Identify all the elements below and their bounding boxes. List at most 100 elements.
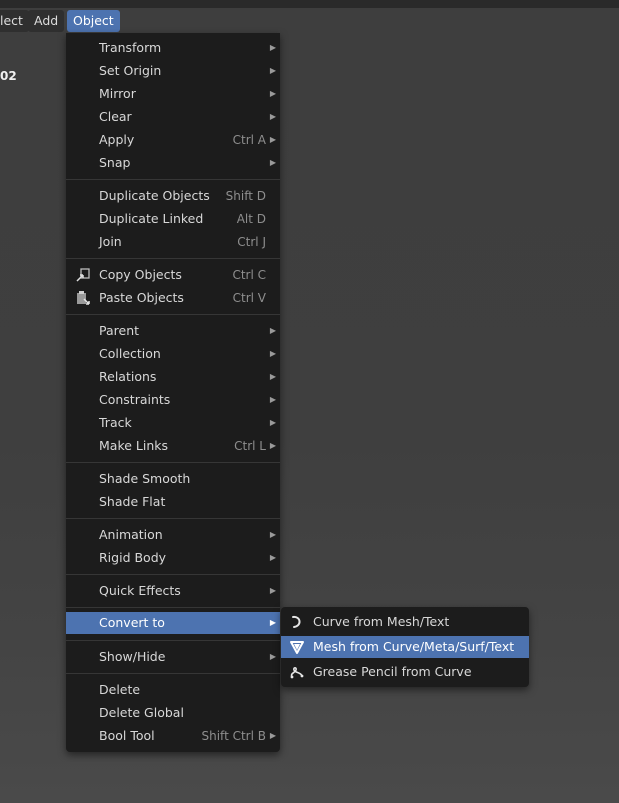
menu-item-parent[interactable]: Parent ▶ — [66, 320, 280, 342]
submenu-arrow-icon: ▶ — [269, 418, 276, 427]
menu-item-label: Duplicate Linked — [99, 211, 204, 226]
menu-item-shortcut: Alt D — [236, 212, 266, 226]
menu-item-label: Show/Hide — [99, 649, 166, 664]
submenu-arrow-icon: ▶ — [269, 731, 276, 740]
menu-item-label: Collection — [99, 346, 161, 361]
menubar: lect Add Object — [0, 9, 619, 33]
menu-separator — [66, 640, 280, 641]
menu-item-convert-to[interactable]: Convert to ▶ — [66, 612, 280, 634]
menu-item-label: Constraints — [99, 392, 171, 407]
submenu-arrow-icon: ▶ — [269, 112, 276, 121]
submenu-arrow-icon: ▶ — [269, 395, 276, 404]
menu-item-transform[interactable]: Transform ▶ — [66, 37, 280, 59]
menu-item-mirror[interactable]: Mirror ▶ — [66, 83, 280, 105]
submenu-arrow-icon: ▶ — [269, 530, 276, 539]
menu-item-rigid-body[interactable]: Rigid Body ▶ — [66, 547, 280, 569]
submenu-arrow-icon: ▶ — [269, 586, 276, 595]
menu-item-shortcut: Shift Ctrl B — [201, 729, 267, 743]
submenu-item-label: Curve from Mesh/Text — [313, 614, 450, 629]
menu-item-make-links[interactable]: Make Links Ctrl L ▶ — [66, 435, 280, 457]
submenu-arrow-icon: ▶ — [269, 349, 276, 358]
menu-item-animation[interactable]: Animation ▶ — [66, 524, 280, 546]
menu-item-quick-effects[interactable]: Quick Effects ▶ — [66, 580, 280, 602]
menu-item-label: Snap — [99, 155, 131, 170]
menu-item-paste-objects[interactable]: Paste Objects Ctrl V — [66, 287, 280, 309]
menu-item-label: Delete — [99, 682, 141, 697]
menu-item-collection[interactable]: Collection ▶ — [66, 343, 280, 365]
menu-item-label: Transform — [99, 40, 162, 55]
submenu-arrow-icon: ▶ — [269, 89, 276, 98]
submenu-arrow-icon: ▶ — [269, 652, 276, 661]
header-top-strip — [0, 0, 619, 8]
menu-item-show-hide[interactable]: Show/Hide ▶ — [66, 646, 280, 668]
menu-item-label: Join — [99, 234, 122, 249]
submenu-item-mesh-from-curve[interactable]: Mesh from Curve/Meta/Surf/Text — [281, 636, 529, 658]
menu-separator — [66, 518, 280, 519]
menu-item-snap[interactable]: Snap ▶ — [66, 152, 280, 174]
submenu-arrow-icon: ▶ — [269, 66, 276, 75]
submenu-arrow-icon: ▶ — [269, 441, 276, 450]
menu-item-label: Relations — [99, 369, 157, 384]
menu-item-shortcut: Ctrl V — [232, 291, 266, 305]
submenu-item-label: Grease Pencil from Curve — [313, 664, 472, 679]
submenu-item-grease-pencil[interactable]: Grease Pencil from Curve — [281, 661, 529, 683]
menubar-select[interactable]: lect — [0, 10, 29, 32]
curve-icon — [289, 614, 305, 630]
menu-item-label: Bool Tool — [99, 728, 155, 743]
menu-separator — [66, 314, 280, 315]
menu-item-label: Quick Effects — [99, 583, 181, 598]
menu-item-label: Set Origin — [99, 63, 162, 78]
menu-item-label: Parent — [99, 323, 140, 338]
menu-item-label: Rigid Body — [99, 550, 167, 565]
menu-item-relations[interactable]: Relations ▶ — [66, 366, 280, 388]
menu-item-delete[interactable]: Delete — [66, 679, 280, 701]
menu-item-set-origin[interactable]: Set Origin ▶ — [66, 60, 280, 82]
menu-item-label: Animation — [99, 527, 163, 542]
menu-separator — [66, 258, 280, 259]
menu-separator — [66, 179, 280, 180]
menu-item-label: Shade Flat — [99, 494, 166, 509]
menu-item-shortcut: Shift D — [225, 189, 266, 203]
menu-item-label: Clear — [99, 109, 132, 124]
menu-item-delete-global[interactable]: Delete Global — [66, 702, 280, 724]
menu-item-clear[interactable]: Clear ▶ — [66, 106, 280, 128]
menu-item-shade-smooth[interactable]: Shade Smooth — [66, 468, 280, 490]
submenu-arrow-icon: ▶ — [269, 553, 276, 562]
menu-item-label: Shade Smooth — [99, 471, 191, 486]
menu-item-track[interactable]: Track ▶ — [66, 412, 280, 434]
menu-item-label: Copy Objects — [99, 267, 182, 282]
menu-item-duplicate-objects[interactable]: Duplicate Objects Shift D — [66, 185, 280, 207]
menubar-object[interactable]: Object — [67, 10, 120, 32]
menu-item-label: Paste Objects — [99, 290, 184, 305]
submenu-arrow-icon: ▶ — [269, 372, 276, 381]
menu-item-shortcut: Ctrl A — [232, 133, 266, 147]
menu-separator — [66, 462, 280, 463]
menu-item-label: Convert to — [99, 615, 165, 630]
menu-item-label: Make Links — [99, 438, 169, 453]
menu-item-label: Track — [99, 415, 132, 430]
submenu-arrow-icon: ▶ — [269, 618, 276, 627]
menu-separator — [66, 574, 280, 575]
copy-icon — [75, 267, 91, 283]
menu-item-duplicate-linked[interactable]: Duplicate Linked Alt D — [66, 208, 280, 230]
submenu-arrow-icon: ▶ — [269, 43, 276, 52]
submenu-item-curve-from-mesh[interactable]: Curve from Mesh/Text — [281, 611, 529, 633]
menu-item-label: Delete Global — [99, 705, 184, 720]
viewport-overlay-text: 02 — [0, 69, 17, 83]
grease-pencil-icon — [289, 664, 305, 680]
menu-item-label: Apply — [99, 132, 135, 147]
submenu-arrow-icon: ▶ — [269, 135, 276, 144]
menu-item-shade-flat[interactable]: Shade Flat — [66, 491, 280, 513]
menubar-add[interactable]: Add — [28, 10, 65, 32]
menu-separator — [66, 607, 280, 608]
menu-item-copy-objects[interactable]: Copy Objects Ctrl C — [66, 264, 280, 286]
submenu-item-label: Mesh from Curve/Meta/Surf/Text — [313, 639, 515, 654]
menu-item-label: Duplicate Objects — [99, 188, 210, 203]
menu-item-shortcut: Ctrl J — [237, 235, 266, 249]
convert-to-submenu: Curve from Mesh/Text Mesh from Curve/Met… — [281, 607, 529, 687]
menu-item-apply[interactable]: Apply Ctrl A ▶ — [66, 129, 280, 151]
submenu-arrow-icon: ▶ — [269, 158, 276, 167]
menu-item-bool-tool[interactable]: Bool Tool Shift Ctrl B ▶ — [66, 725, 280, 747]
menu-item-join[interactable]: Join Ctrl J — [66, 231, 280, 253]
menu-item-constraints[interactable]: Constraints ▶ — [66, 389, 280, 411]
